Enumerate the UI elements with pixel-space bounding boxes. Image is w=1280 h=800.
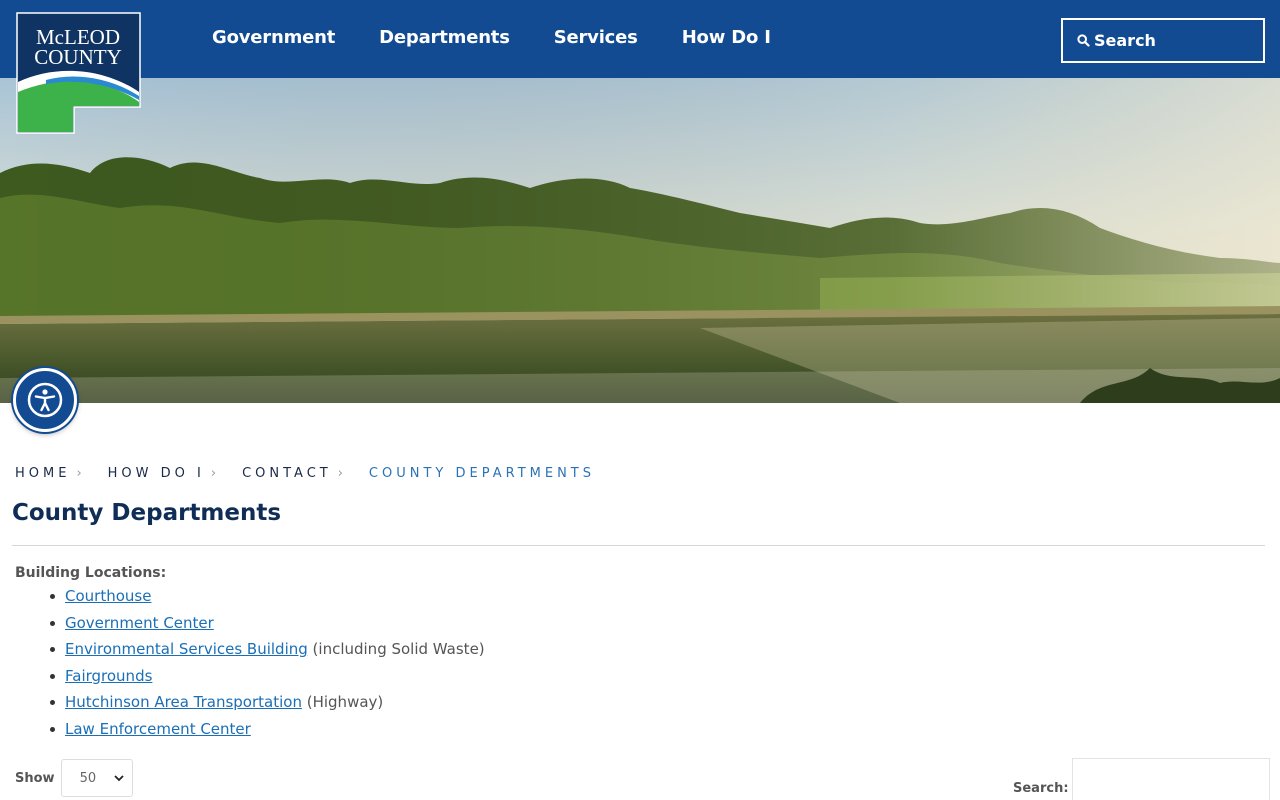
chevron-right-icon: › — [337, 466, 343, 481]
link-environmental-services[interactable]: Environmental Services Building — [65, 640, 308, 658]
breadcrumb-how-do-i[interactable]: How Do I — [108, 466, 205, 481]
table-search-control: Search: — [1013, 758, 1270, 800]
link-fairgrounds[interactable]: Fairgrounds — [65, 667, 152, 685]
nav-government[interactable]: Government — [212, 27, 335, 48]
logo-line2: COUNTY — [34, 45, 122, 69]
breadcrumb-contact[interactable]: Contact — [242, 466, 332, 481]
table-search-input[interactable] — [1071, 758, 1270, 800]
site-header: Government Departments Services How Do I… — [0, 0, 1280, 78]
title-divider — [12, 545, 1265, 546]
link-government-center[interactable]: Government Center — [65, 614, 214, 632]
breadcrumb-home[interactable]: Home — [15, 466, 70, 481]
list-item: Environmental Services Building (includi… — [50, 638, 485, 665]
chevron-down-icon — [113, 774, 124, 781]
chevron-right-icon: › — [76, 466, 82, 481]
accessibility-person-icon — [27, 382, 63, 418]
location-note: (Highway) — [301, 693, 384, 712]
list-item: Hutchinson Area Transportation (Highway) — [50, 691, 485, 718]
hero-lake-image — [0, 78, 1280, 403]
list-item: Courthouse — [50, 585, 485, 612]
entries-select-value: 50 — [79, 770, 97, 786]
show-label: Show — [15, 770, 55, 786]
link-law-enforcement-center[interactable]: Law Enforcement Center — [65, 720, 251, 738]
nav-departments[interactable]: Departments — [379, 27, 510, 48]
list-item: Law Enforcement Center — [50, 718, 485, 745]
nav-how-do-i[interactable]: How Do I — [682, 27, 771, 48]
county-logo[interactable]: McLEOD COUNTY — [16, 12, 141, 134]
breadcrumb-current: County Departments — [368, 466, 595, 481]
entries-select[interactable]: 50 — [60, 759, 133, 797]
header-search-button[interactable]: Search — [1061, 18, 1265, 63]
table-search-label: Search: — [1013, 780, 1069, 796]
search-icon — [1077, 34, 1090, 47]
building-locations-label: Building Locations: — [15, 565, 167, 581]
location-note: (including Solid Waste) — [307, 640, 485, 659]
building-locations-list: Courthouse Government Center Environment… — [50, 585, 485, 745]
list-item: Government Center — [50, 612, 485, 639]
nav-services[interactable]: Services — [554, 27, 638, 48]
header-search-label: Search — [1094, 31, 1156, 50]
accessibility-button[interactable] — [13, 368, 77, 432]
entries-length-control: Show 50 — [15, 759, 133, 797]
chevron-right-icon: › — [210, 466, 217, 481]
breadcrumb: Home › How Do I › Contact › County Depar… — [15, 466, 595, 481]
link-hutchinson-transportation[interactable]: Hutchinson Area Transportation — [65, 693, 302, 711]
main-nav: Government Departments Services How Do I — [190, 0, 793, 74]
link-courthouse[interactable]: Courthouse — [65, 587, 151, 605]
list-item: Fairgrounds — [50, 665, 485, 692]
page-title: County Departments — [12, 500, 282, 526]
